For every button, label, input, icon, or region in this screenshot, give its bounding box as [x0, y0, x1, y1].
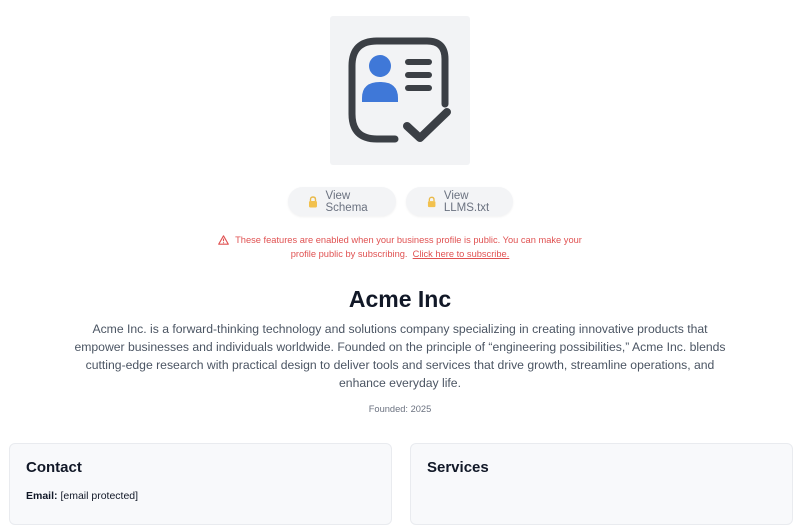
email-label: Email: — [26, 490, 58, 502]
view-schema-label: View Schema — [325, 189, 368, 214]
view-llms-button[interactable]: View LLMS.txt — [405, 187, 513, 216]
services-title: Services — [427, 459, 489, 476]
notice-text-line1: These features are enabled when your bus… — [235, 235, 582, 245]
company-logo — [330, 16, 470, 165]
lock-icon — [427, 196, 435, 207]
services-card: Services — [410, 443, 793, 525]
contact-card-check-icon — [348, 37, 451, 142]
company-name: Acme Inc — [348, 286, 452, 312]
subscription-notice: These features are enabled when your bus… — [0, 233, 800, 261]
lock-icon — [308, 195, 317, 207]
email-value[interactable]: [email protected] — [60, 490, 138, 502]
warning-triangle-icon — [218, 235, 229, 245]
view-schema-button[interactable]: View Schema — [287, 187, 396, 216]
contact-title: Contact — [26, 459, 82, 476]
view-llms-label: View LLMS.txt — [443, 189, 490, 214]
contact-card: Contact Email: [email protected] — [9, 443, 392, 525]
founded-date: Founded: 2025 — [368, 404, 432, 414]
email-row: Email: [email protected] — [26, 490, 138, 502]
notice-text-line2: profile public by subscribing. — [290, 249, 408, 259]
subscribe-link[interactable]: Click here to subscribe. — [413, 249, 510, 259]
company-description: Acme Inc. is a forward-thinking technolo… — [74, 322, 726, 390]
